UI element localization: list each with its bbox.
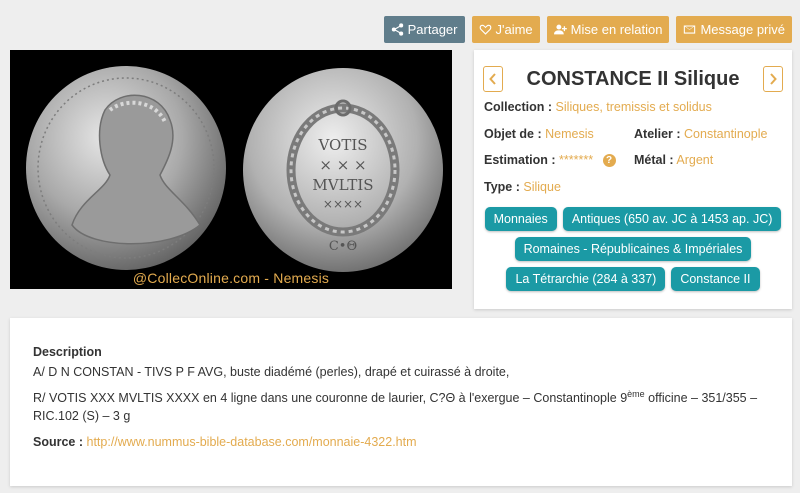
photo-watermark: @CollecOnline.com - Nemesis [132,270,330,286]
next-item-button[interactable] [763,66,783,92]
category-tags: Monnaies Antiques (650 av. JC à 1453 ap.… [484,207,782,291]
owner-label: Objet de : [484,127,542,141]
owner-row: Objet de : Nemesis [484,127,594,141]
tag-monnaies[interactable]: Monnaies [484,207,557,231]
item-info-card: CONSTANCE II Silique Collection : Siliqu… [474,50,792,309]
envelope-icon [684,25,696,34]
private-message-button[interactable]: Message privé [676,16,792,43]
coin-photo[interactable]: VOTIS × × × MVLTIS ×××× C•Θ @CollecOnlin… [10,50,452,289]
share-icon [391,23,403,36]
connect-label: Mise en relation [570,22,663,37]
action-bar: Partager J'aime Mise en relation Message… [383,16,792,43]
svg-text:× × ×: × × × [319,156,366,174]
collection-link[interactable]: Siliques, tremissis et solidus [556,100,712,114]
estimate-value: ******* [559,153,594,167]
type-row: Type : Silique [484,180,561,194]
reverse-description: R/ VOTIS XXX MVLTIS XXXX en 4 ligne dans… [33,389,769,425]
tag-romaines[interactable]: Romaines - Républicaines & Impériales [514,237,752,261]
metal-label: Métal : [634,153,674,167]
item-title: CONSTANCE II Silique [526,68,740,90]
workshop-value: Constantinople [684,127,768,141]
collection-row: Collection : Siliques, tremissis et soli… [484,100,712,114]
metal-value: Argent [676,153,714,167]
tag-constance-ii[interactable]: Constance II [671,267,760,291]
owner-link[interactable]: Nemesis [545,127,594,141]
metal-row: Métal : Argent [634,153,713,167]
type-label: Type : [484,180,520,194]
svg-text:××××: ×××× [323,197,363,211]
tag-antiques[interactable]: Antiques (650 av. JC à 1453 ap. JC) [562,207,782,231]
source-label: Source : [33,435,84,449]
tag-tetrarchie[interactable]: La Tétrarchie (284 à 337) [506,267,666,291]
share-button[interactable]: Partager [383,16,465,43]
description-panel: Description A/ D N CONSTAN - TIVS P F AV… [10,318,792,486]
add-user-icon [553,24,567,35]
connect-button[interactable]: Mise en relation [546,16,670,43]
description-heading: Description [33,345,102,359]
like-label: J'aime [495,22,533,37]
reverse-text-1: R/ VOTIS XXX MVLTIS XXXX en 4 ligne dans… [33,391,628,405]
chevron-right-icon [770,73,777,85]
like-button[interactable]: J'aime [471,16,540,43]
source-link[interactable]: http://www.nummus-bible-database.com/mon… [87,435,417,449]
heart-icon [479,24,491,35]
svg-text:VOTIS: VOTIS [317,136,367,154]
question-circle-icon[interactable]: ? [602,154,616,168]
type-value: Silique [523,180,561,194]
workshop-label: Atelier : [634,127,681,141]
svg-text:MVLTIS: MVLTIS [312,176,373,194]
obverse-description: A/ D N CONSTAN - TIVS P F AVG, buste dia… [33,365,510,379]
workshop-row: Atelier : Constantinople [634,127,767,141]
message-label: Message privé [700,22,785,37]
estimate-row: Estimation : ******* ? [484,153,616,168]
estimate-label: Estimation : [484,153,556,167]
collection-label: Collection : [484,100,553,114]
source-row: Source : http://www.nummus-bible-databas… [33,433,769,451]
svg-text:C•Θ: C•Θ [329,239,357,254]
coin-image: VOTIS × × × MVLTIS ×××× C•Θ [26,66,443,272]
share-label: Partager [407,22,458,37]
reverse-ordinal-suffix: ème [627,388,645,399]
